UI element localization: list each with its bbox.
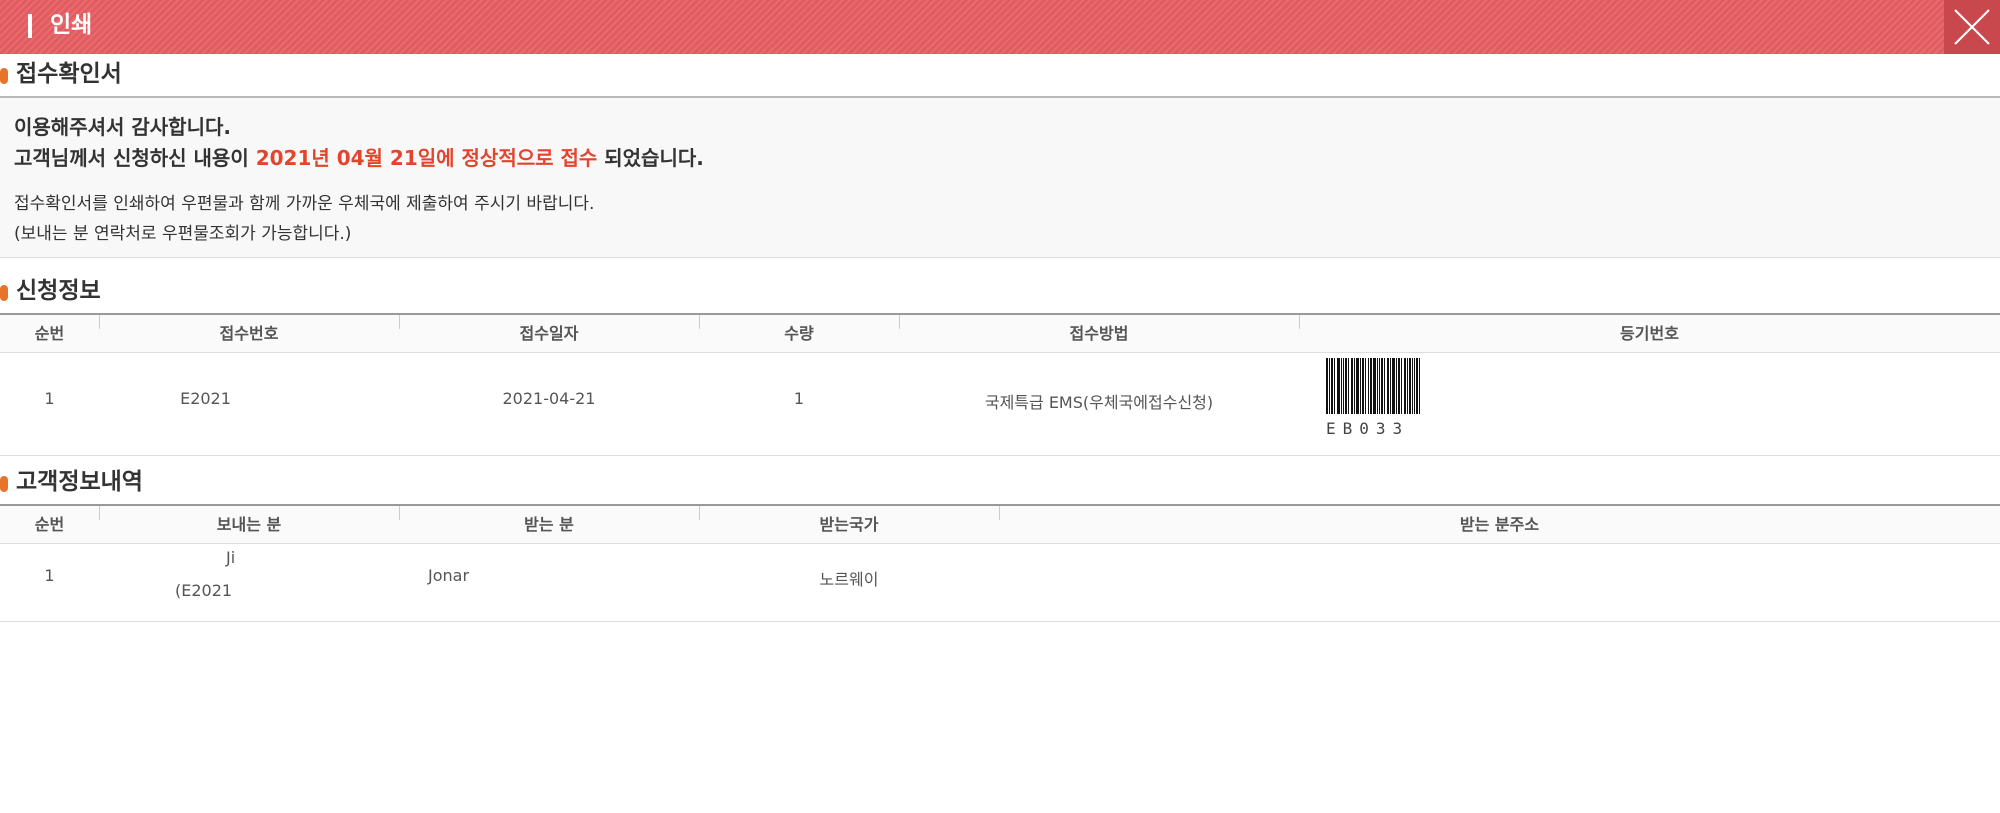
section-bullet xyxy=(0,476,8,492)
section-bullet xyxy=(0,285,8,301)
receipt-message-box: 이용해주셔서 감사합니다. 고객님께서 신청하신 내용이 2021년 04월 2… xyxy=(0,96,2000,258)
col-address: 받는 분주소 xyxy=(1459,515,1540,534)
window-titlebar: 인쇄 xyxy=(0,0,2000,54)
cell-country: 노르웨이 xyxy=(819,570,879,589)
customer-table: 순번 보내는 분 받는 분 받는국가 받는 분주소 1 Ji (E2021 Jo… xyxy=(0,504,2000,622)
customer-heading: 고객정보내역 xyxy=(0,466,143,498)
application-heading-text: 신청정보 xyxy=(16,278,101,304)
col-country: 받는국가 xyxy=(819,515,879,534)
status-suffix: 되었습니다. xyxy=(597,146,704,170)
col-registered-no: 등기번호 xyxy=(1620,324,1679,343)
barcode-image xyxy=(1326,358,1420,414)
section-bullet xyxy=(0,68,8,84)
customer-heading-text: 고객정보내역 xyxy=(16,469,143,495)
col-seq: 순번 xyxy=(34,515,65,534)
col-date: 접수일자 xyxy=(519,324,579,343)
cell-sender-name: Ji xyxy=(226,548,236,567)
col-qty: 수량 xyxy=(784,324,814,343)
col-receiver: 받는 분 xyxy=(524,515,574,534)
application-table: 순번 접수번호 접수일자 수량 접수방법 등기번호 1 E2021 2021-0… xyxy=(0,313,2000,456)
table-row: 1 E2021 2021-04-21 1 국제특급 EMS(우체국에접수신청) xyxy=(0,353,2000,456)
table-header: 순번 접수번호 접수일자 수량 접수방법 등기번호 xyxy=(0,313,2000,353)
application-heading: 신청정보 xyxy=(0,275,101,307)
registered-number: EB033 xyxy=(1326,419,1410,438)
receipt-heading: 접수확인서 xyxy=(0,58,122,90)
cell-date: 2021-04-21 xyxy=(502,389,596,408)
cell-seq: 1 xyxy=(44,566,55,585)
tracking-note: (보내는 분 연락처로 우편물조회가 가능합니다.) xyxy=(14,224,352,244)
thanks-text: 이용해주셔서 감사합니다. xyxy=(14,115,231,139)
receipt-heading-text: 접수확인서 xyxy=(16,61,122,87)
col-method: 접수방법 xyxy=(1069,324,1129,343)
cell-receipt-no: E2021 xyxy=(180,389,231,408)
title-accent-bar xyxy=(28,14,32,38)
cell-receiver: Jonar xyxy=(428,566,470,585)
table-row: 1 Ji (E2021 Jonar 노르웨이 xyxy=(0,544,2000,622)
window-title: 인쇄 xyxy=(50,12,93,38)
instruction-text: 접수확인서를 인쇄하여 우편물과 함께 가까운 우체국에 제출하여 주시기 바랍… xyxy=(14,194,595,214)
table-header: 순번 보내는 분 받는 분 받는국가 받는 분주소 xyxy=(0,504,2000,544)
cell-seq: 1 xyxy=(44,389,55,408)
cell-method: 국제특급 EMS(우체국에접수신청) xyxy=(984,393,1214,412)
cell-qty: 1 xyxy=(793,389,805,408)
col-receipt-no: 접수번호 xyxy=(219,324,279,343)
close-icon xyxy=(1954,9,1990,45)
status-highlight: 2021년 04월 21일에 정상적으로 접수 xyxy=(255,146,598,170)
col-seq: 순번 xyxy=(34,324,65,343)
cell-sender-id: (E2021 xyxy=(175,581,233,600)
col-sender: 보내는 분 xyxy=(216,515,282,534)
close-button[interactable] xyxy=(1944,0,2000,54)
status-prefix: 고객님께서 신청하신 내용이 xyxy=(14,146,256,170)
status-text: 고객님께서 신청하신 내용이 2021년 04월 21일에 정상적으로 접수 되… xyxy=(14,143,704,173)
